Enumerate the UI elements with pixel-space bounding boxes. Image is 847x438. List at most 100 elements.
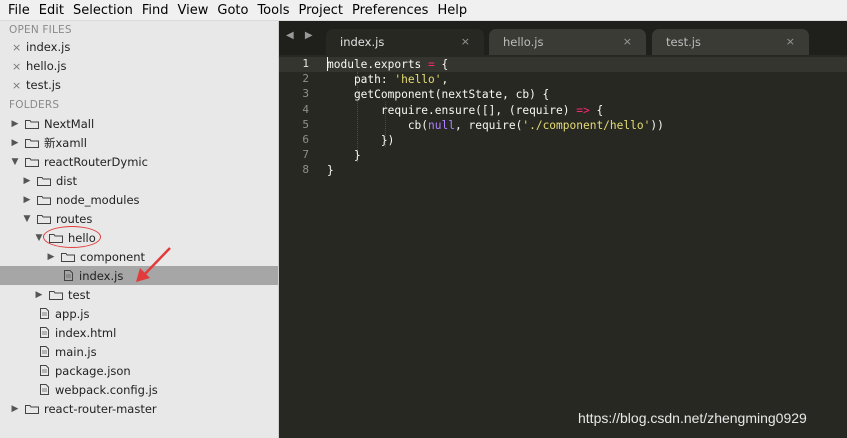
- line-number: 7: [302, 148, 309, 162]
- folder-open-icon: [25, 157, 39, 167]
- disclosure-collapsed-icon[interactable]: ▶: [22, 195, 32, 205]
- menu-edit[interactable]: Edit: [39, 3, 64, 18]
- open-file-item[interactable]: × test.js: [12, 76, 61, 94]
- folder-open-icon: [37, 214, 51, 224]
- close-icon[interactable]: ×: [12, 79, 22, 92]
- disclosure-collapsed-icon[interactable]: ▶: [22, 176, 32, 186]
- file-icon: [40, 308, 49, 319]
- menu-goto[interactable]: Goto: [217, 3, 248, 18]
- tree-folder-row[interactable]: ▶ react-router-master: [0, 399, 278, 418]
- open-file-label: hello.js: [26, 59, 67, 73]
- disclosure-expanded-icon[interactable]: ▼: [22, 214, 32, 224]
- code-line: cb(null, require('./component/hello')): [327, 118, 664, 132]
- tab-label: test.js: [666, 35, 701, 49]
- line-number: 3: [302, 87, 309, 101]
- tree-folder-row[interactable]: ▼ hello: [0, 228, 278, 247]
- menu-selection[interactable]: Selection: [73, 3, 133, 18]
- file-icon: [40, 384, 49, 395]
- close-icon[interactable]: ×: [12, 41, 22, 54]
- line-number: 4: [302, 102, 309, 116]
- code-line: }): [327, 134, 395, 147]
- tree-file-row[interactable]: app.js: [0, 304, 278, 323]
- menu-preferences[interactable]: Preferences: [352, 3, 428, 18]
- code-line: getComponent(nextState, cb) {: [327, 88, 550, 102]
- sidebar: OPEN FILES × index.js × hello.js × test.js …: [0, 21, 279, 438]
- tab-nav-arrows-icon[interactable]: ◀ ▶: [286, 30, 317, 41]
- tree-item-label: react-router-master: [44, 401, 157, 416]
- disclosure-collapsed-icon[interactable]: ▶: [34, 290, 44, 300]
- tree-item-label: node_modules: [56, 192, 140, 207]
- annotation-arrow-icon: [136, 247, 171, 282]
- folder-icon: [37, 195, 51, 205]
- close-icon[interactable]: ×: [12, 60, 22, 73]
- tree-folder-row[interactable]: ▼ routes: [0, 209, 278, 228]
- close-icon[interactable]: ×: [461, 35, 470, 48]
- tree-file-row[interactable]: webpack.config.js: [0, 380, 278, 399]
- menu-project[interactable]: Project: [298, 3, 342, 18]
- tree-item-label: index.js: [79, 268, 124, 283]
- open-file-item[interactable]: × hello.js: [12, 57, 66, 75]
- folder-icon: [25, 119, 39, 129]
- folders-title: FOLDERS: [9, 99, 60, 111]
- open-file-label: index.js: [26, 40, 71, 54]
- code-line: require.ensure([], (require) => {: [327, 103, 604, 117]
- tab-label: hello.js: [503, 35, 544, 49]
- folder-icon: [49, 290, 63, 300]
- tree-folder-row[interactable]: ▶ node_modules: [0, 190, 278, 209]
- folder-icon: [37, 176, 51, 186]
- close-icon[interactable]: ×: [786, 35, 795, 48]
- tree-folder-row[interactable]: ▶ NextMall: [0, 114, 278, 133]
- menu-help[interactable]: Help: [437, 3, 467, 18]
- tree-item-label: app.js: [55, 306, 90, 321]
- watermark: https://blog.csdn.net/zhengming0929: [578, 410, 807, 426]
- tree-folder-row[interactable]: ▶ dist: [0, 171, 278, 190]
- folder-icon: [25, 138, 39, 148]
- code-line: }: [327, 149, 361, 163]
- tree-item-label: test: [68, 287, 91, 302]
- disclosure-collapsed-icon[interactable]: ▶: [10, 138, 20, 148]
- tree-item-label: main.js: [55, 344, 97, 359]
- tab-test-js[interactable]: test.js ×: [652, 29, 809, 55]
- menu-find[interactable]: Find: [142, 3, 169, 18]
- tab-bar: ◀ ▶ index.js × hello.js × test.js ×: [279, 21, 847, 55]
- tree-item-label: reactRouterDymic: [44, 154, 148, 169]
- tab-label: index.js: [340, 35, 385, 49]
- file-icon: [64, 270, 73, 281]
- line-number: 2: [302, 72, 309, 86]
- folder-icon: [61, 252, 75, 262]
- menu-file[interactable]: File: [8, 3, 30, 18]
- line-number: 8: [302, 163, 309, 177]
- tree-file-row[interactable]: index.html: [0, 323, 278, 342]
- line-number: 5: [302, 117, 309, 131]
- open-file-item[interactable]: × index.js: [12, 38, 70, 56]
- menu-tools[interactable]: Tools: [257, 3, 289, 18]
- code-line: path: 'hello',: [327, 73, 449, 87]
- tree-item-label: package.json: [55, 363, 131, 378]
- open-files-title: OPEN FILES: [9, 24, 72, 36]
- close-icon[interactable]: ×: [623, 35, 632, 48]
- disclosure-collapsed-icon[interactable]: ▶: [46, 252, 56, 262]
- code-line: module.exports = {: [327, 58, 449, 71]
- tree-file-row[interactable]: main.js: [0, 342, 278, 361]
- tab-hello-js[interactable]: hello.js ×: [489, 29, 646, 55]
- disclosure-collapsed-icon[interactable]: ▶: [10, 404, 20, 414]
- file-icon: [40, 327, 49, 338]
- tree-folder-row[interactable]: ▶ test: [0, 285, 278, 304]
- open-file-label: test.js: [26, 78, 61, 92]
- tree-folder-row[interactable]: ▼ reactRouterDymic: [0, 152, 278, 171]
- disclosure-collapsed-icon[interactable]: ▶: [10, 119, 20, 129]
- tree-item-label: webpack.config.js: [55, 382, 158, 397]
- tree-item-label: routes: [56, 211, 93, 226]
- menu-view[interactable]: View: [178, 3, 209, 18]
- tree-item-label: 新xamll: [44, 135, 87, 150]
- tree-item-label: dist: [56, 173, 77, 188]
- tree-file-row[interactable]: package.json: [0, 361, 278, 380]
- tree-item-label: index.html: [55, 325, 117, 340]
- annotation-ellipse: [43, 226, 101, 248]
- text-caret: [327, 57, 328, 71]
- line-number-gutter: 1 2345 6 78: [279, 55, 319, 438]
- disclosure-expanded-icon[interactable]: ▼: [10, 157, 20, 167]
- menu-bar: File Edit Selection Find View Goto Tools…: [0, 0, 847, 21]
- tab-index-js[interactable]: index.js ×: [326, 29, 484, 55]
- tree-folder-row[interactable]: ▶ 新xamll: [0, 133, 278, 152]
